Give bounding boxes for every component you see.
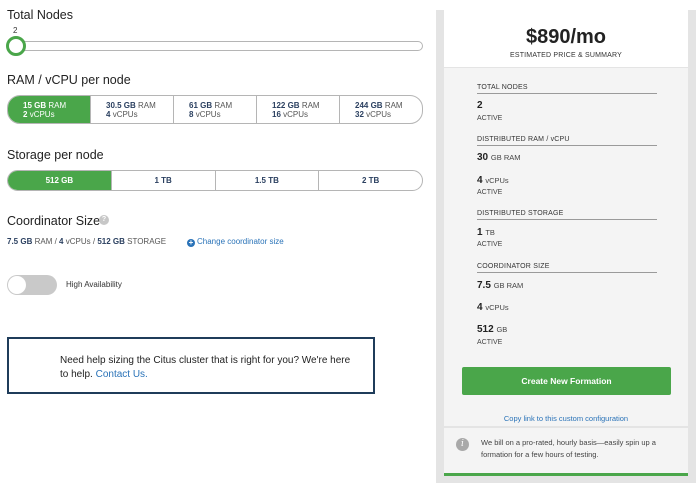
coordinator-cpu: 4 <box>59 237 64 246</box>
coordinator-ram: 7.5 GB <box>7 237 33 246</box>
coordinator-title: Coordinator Size <box>7 214 101 228</box>
coordinator-status: ACTIVE <box>477 339 503 346</box>
help-text-block: Need help sizing the Citus cluster that … <box>60 354 360 382</box>
ram-option-ram-unit: RAM <box>301 100 320 110</box>
ram-option-ram: 61 GB <box>189 100 213 110</box>
dist-ram-section-label: DISTRIBUTED RAM / vCPU <box>477 136 657 146</box>
coord-storage-number: 512 <box>477 324 494 335</box>
storage-option-1tb[interactable]: 1 TB <box>110 171 215 190</box>
change-coordinator-link[interactable]: + Change coordinator size <box>187 237 284 247</box>
summary-panel: $890/mo ESTIMATED PRICE & SUMMARY TOTAL … <box>436 10 696 483</box>
coordinator-section-label: COORDINATOR SIZE <box>477 263 657 273</box>
coord-ram-value: 7.5 GB RAM <box>477 280 523 291</box>
dist-storage-number: 1 <box>477 227 483 238</box>
ram-option-ram: 15 GB <box>23 100 47 110</box>
dist-cpu-number: 4 <box>477 175 483 186</box>
total-nodes-summary-value: 2 <box>477 100 483 111</box>
ram-option-ram-unit: RAM <box>48 100 67 110</box>
total-nodes-value: 2 <box>13 26 18 35</box>
ram-option-cpu-unit: vCPUs <box>29 109 55 119</box>
coordinator-ram-unit: RAM / <box>34 237 57 246</box>
dist-ram-value: 30 GB RAM <box>477 152 521 163</box>
question-icon[interactable]: ? <box>99 215 109 225</box>
ram-vcpu-title: RAM / vCPU per node <box>7 73 131 87</box>
billing-note-text: We bill on a pro-rated, hourly basis—eas… <box>481 438 656 459</box>
info-icon: i <box>456 438 469 451</box>
dist-storage-section-label: DISTRIBUTED STORAGE <box>477 210 657 220</box>
coord-storage-unit: GB <box>496 325 508 334</box>
accent-bar <box>444 473 688 476</box>
ram-option-30gb[interactable]: 30.5 GB RAM 4 vCPUs <box>90 96 173 123</box>
ram-option-cpu: 32 <box>355 109 364 119</box>
coord-storage-value: 512 GB <box>477 324 507 335</box>
ram-option-cpu: 8 <box>189 109 194 119</box>
summary-body: TOTAL NODES 2 ACTIVE DISTRIBUTED RAM / v… <box>444 68 688 426</box>
coord-cpu-unit: vCPUs <box>485 303 509 312</box>
total-nodes-title: Total Nodes <box>7 8 74 22</box>
ram-vcpu-selector: 15 GB RAM 2 vCPUs 30.5 GB RAM 4 vCPUs 61… <box>7 95 423 124</box>
ram-option-ram: 122 GB <box>272 100 300 110</box>
ram-option-cpu-unit: vCPUs <box>283 109 309 119</box>
ram-option-cpu: 4 <box>106 109 111 119</box>
storage-option-512gb[interactable]: 512 GB <box>8 171 111 190</box>
ram-option-61gb[interactable]: 61 GB RAM 8 vCPUs <box>173 96 256 123</box>
ram-option-ram: 244 GB <box>355 100 383 110</box>
copy-config-link[interactable]: Copy link to this custom configuration <box>444 414 688 423</box>
storage-option-1-5tb[interactable]: 1.5 TB <box>214 171 319 190</box>
ram-option-ram-unit: RAM <box>138 100 156 110</box>
ram-option-ram-unit: RAM <box>214 100 233 110</box>
coord-ram-unit: GB RAM <box>493 281 524 290</box>
ram-option-cpu-unit: vCPUs <box>366 109 392 119</box>
coordinator-storage: 512 GB <box>97 237 125 246</box>
coordinator-storage-unit: STORAGE <box>127 237 167 246</box>
ram-option-cpu: 16 <box>272 109 281 119</box>
dist-ram-status: ACTIVE <box>477 189 503 196</box>
total-nodes-slider-thumb[interactable] <box>6 36 26 56</box>
change-coordinator-label: Change coordinator size <box>197 237 284 246</box>
estimated-price: $890/mo <box>525 26 607 48</box>
storage-title: Storage per node <box>7 148 104 162</box>
ram-option-ram: 30.5 GB <box>106 100 136 110</box>
total-nodes-status: ACTIVE <box>477 115 503 122</box>
dist-ram-unit: GB RAM <box>490 153 521 162</box>
dist-ram-number: 30 <box>477 152 489 163</box>
ram-option-cpu-unit: vCPUs <box>195 109 221 119</box>
ram-option-15gb[interactable]: 15 GB RAM 2 vCPUs <box>8 96 90 123</box>
total-nodes-section-label: TOTAL NODES <box>477 84 657 94</box>
toggle-knob <box>8 276 26 294</box>
storage-option-2tb[interactable]: 2 TB <box>318 171 422 190</box>
ram-option-cpu: 2 <box>23 109 28 119</box>
dist-cpu-value: 4 vCPUs <box>477 175 509 186</box>
price-header: $890/mo ESTIMATED PRICE & SUMMARY <box>444 10 688 67</box>
plus-circle-icon: + <box>187 238 195 247</box>
ram-option-244gb[interactable]: 244 GB RAM 32 vCPUs <box>339 96 422 123</box>
dist-cpu-unit: vCPUs <box>485 176 509 185</box>
dist-storage-value: 1 TB <box>477 227 495 238</box>
contact-us-link[interactable]: Contact Us. <box>96 369 148 380</box>
storage-selector: 512 GB 1 TB 1.5 TB 2 TB <box>7 170 423 191</box>
high-availability-label: High Availability <box>66 280 122 289</box>
help-box: Need help sizing the Citus cluster that … <box>7 337 375 394</box>
ram-option-122gb[interactable]: 122 GB RAM 16 vCPUs <box>256 96 339 123</box>
dist-storage-status: ACTIVE <box>477 241 503 248</box>
coord-cpu-number: 4 <box>477 302 483 313</box>
high-availability-toggle[interactable] <box>7 275 57 295</box>
ram-option-ram-unit: RAM <box>384 100 403 110</box>
coordinator-specs: 7.5 GB RAM / 4 vCPUs / 512 GB STORAGE <box>7 237 166 246</box>
billing-note: i We bill on a pro-rated, hourly basis—e… <box>444 428 688 473</box>
create-new-formation-button[interactable]: Create New Formation <box>462 367 671 395</box>
total-nodes-slider-track[interactable] <box>9 41 423 51</box>
dist-storage-unit: TB <box>485 228 495 237</box>
price-subtitle: ESTIMATED PRICE & SUMMARY <box>509 52 623 59</box>
coord-ram-number: 7.5 <box>477 280 491 291</box>
coordinator-cpu-unit: vCPUs / <box>65 237 96 246</box>
ram-option-cpu-unit: vCPUs <box>112 109 138 119</box>
coord-cpu-value: 4 vCPUs <box>477 302 509 313</box>
